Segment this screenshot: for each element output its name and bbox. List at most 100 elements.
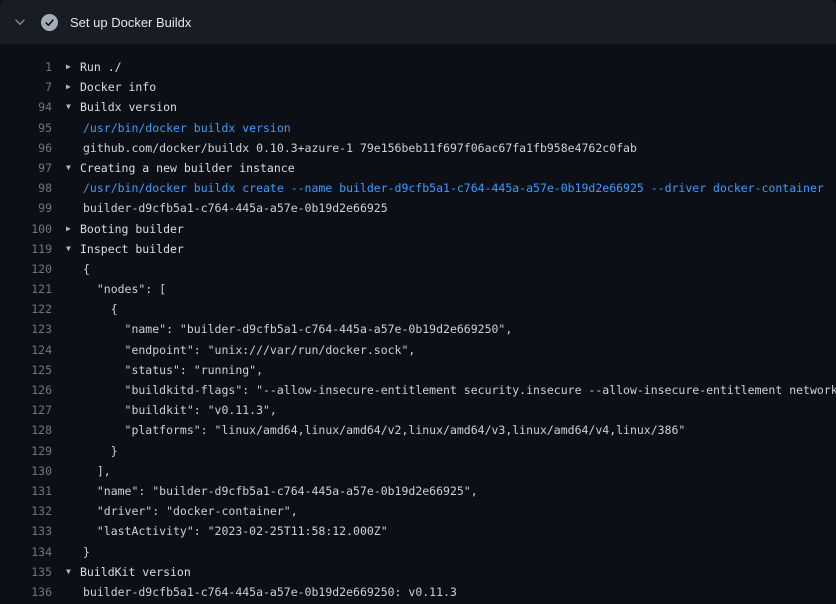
line-number[interactable]: 133 bbox=[0, 521, 52, 541]
output-text: "platforms": "linux/amd64,linux/amd64/v2… bbox=[80, 420, 685, 440]
collapse-icon[interactable]: ▼ bbox=[66, 239, 80, 259]
log-line-row: 125 "status": "running", bbox=[0, 360, 836, 380]
log-line-row: 127 "buildkit": "v0.11.3", bbox=[0, 400, 836, 420]
line-number[interactable]: 130 bbox=[0, 461, 52, 481]
line-number[interactable]: 132 bbox=[0, 501, 52, 521]
log-line-row: 123 "name": "builder-d9cfb5a1-c764-445a-… bbox=[0, 319, 836, 339]
line-number[interactable]: 98 bbox=[0, 178, 52, 198]
log-line-row: 134} bbox=[0, 542, 836, 562]
toggle-spacer bbox=[66, 138, 80, 158]
line-number[interactable]: 131 bbox=[0, 481, 52, 501]
log-group-row[interactable]: 119 ▼Inspect builder bbox=[0, 239, 836, 259]
line-number[interactable]: 95 bbox=[0, 118, 52, 138]
group-title: Run ./ bbox=[80, 57, 122, 77]
toggle-spacer bbox=[66, 259, 80, 279]
output-text: "name": "builder-d9cfb5a1-c764-445a-a57e… bbox=[80, 481, 478, 501]
output-text: github.com/docker/buildx 0.10.3+azure-1 … bbox=[80, 138, 637, 158]
line-number[interactable]: 7 bbox=[0, 77, 52, 97]
step-header[interactable]: Set up Docker Buildx bbox=[0, 0, 836, 44]
output-text: "endpoint": "unix:///var/run/docker.sock… bbox=[80, 340, 415, 360]
line-number[interactable]: 122 bbox=[0, 299, 52, 319]
log-lines: 1▶Run ./7▶Docker info94▼Buildx version95… bbox=[0, 44, 836, 602]
log-line-row: 121 "nodes": [ bbox=[0, 279, 836, 299]
log-line-row: 132 "driver": "docker-container", bbox=[0, 501, 836, 521]
toggle-spacer bbox=[66, 400, 80, 420]
line-number[interactable]: 1 bbox=[0, 57, 52, 77]
log-group-row[interactable]: 1 ▶Run ./ bbox=[0, 57, 836, 77]
output-text: "lastActivity": "2023-02-25T11:58:12.000… bbox=[80, 521, 388, 541]
line-number[interactable]: 100 bbox=[0, 219, 52, 239]
toggle-spacer bbox=[66, 420, 80, 440]
toggle-spacer bbox=[66, 542, 80, 562]
log-group-row[interactable]: 94 ▼Buildx version bbox=[0, 97, 836, 117]
command-text: /usr/bin/docker buildx version bbox=[80, 118, 291, 138]
toggle-spacer bbox=[66, 118, 80, 138]
log-group-row[interactable]: 7▶Docker info bbox=[0, 77, 836, 97]
output-text: "name": "builder-d9cfb5a1-c764-445a-a57e… bbox=[80, 319, 512, 339]
output-text: "nodes": [ bbox=[80, 279, 166, 299]
log-line-row: 129 } bbox=[0, 441, 836, 461]
line-number[interactable]: 119 bbox=[0, 239, 52, 259]
group-title: Buildx version bbox=[80, 97, 177, 117]
line-number[interactable]: 135 bbox=[0, 562, 52, 582]
output-text: } bbox=[80, 441, 118, 461]
output-text: ], bbox=[80, 461, 111, 481]
log-line-row: 99 builder-d9cfb5a1-c764-445a-a57e-0b19d2… bbox=[0, 198, 836, 218]
line-number[interactable]: 123 bbox=[0, 319, 52, 339]
line-number[interactable]: 129 bbox=[0, 441, 52, 461]
toggle-spacer bbox=[66, 481, 80, 501]
expand-icon[interactable]: ▶ bbox=[66, 77, 80, 97]
line-number[interactable]: 121 bbox=[0, 279, 52, 299]
line-number[interactable]: 94 bbox=[0, 97, 52, 117]
output-text: { bbox=[80, 299, 118, 319]
toggle-spacer bbox=[66, 178, 80, 198]
group-title: Booting builder bbox=[80, 219, 184, 239]
collapse-icon[interactable]: ▼ bbox=[66, 158, 80, 178]
log-line-row: 124 "endpoint": "unix:///var/run/docker.… bbox=[0, 340, 836, 360]
log-group-row[interactable]: 97 ▼Creating a new builder instance bbox=[0, 158, 836, 178]
toggle-spacer bbox=[66, 319, 80, 339]
collapse-icon[interactable]: ▼ bbox=[66, 562, 80, 582]
line-number[interactable]: 128 bbox=[0, 420, 52, 440]
output-text: builder-d9cfb5a1-c764-445a-a57e-0b19d2e6… bbox=[80, 582, 457, 602]
collapse-icon[interactable]: ▼ bbox=[66, 97, 80, 117]
line-number[interactable]: 97 bbox=[0, 158, 52, 178]
output-text: builder-d9cfb5a1-c764-445a-a57e-0b19d2e6… bbox=[80, 198, 388, 218]
toggle-spacer bbox=[66, 198, 80, 218]
toggle-spacer bbox=[66, 360, 80, 380]
log-line-row: 98/usr/bin/docker buildx create --name b… bbox=[0, 178, 836, 198]
line-number[interactable]: 99 bbox=[0, 198, 52, 218]
toggle-spacer bbox=[66, 340, 80, 360]
line-number[interactable]: 120 bbox=[0, 259, 52, 279]
log-group-row[interactable]: 100 ▶Booting builder bbox=[0, 219, 836, 239]
group-title: BuildKit version bbox=[80, 562, 191, 582]
log-group-row[interactable]: 135 ▼BuildKit version bbox=[0, 562, 836, 582]
chevron-down-icon[interactable] bbox=[12, 14, 28, 30]
output-text: } bbox=[80, 542, 90, 562]
line-number[interactable]: 127 bbox=[0, 400, 52, 420]
log-line-row: 128 "platforms": "linux/amd64,linux/amd6… bbox=[0, 420, 836, 440]
log-line-row: 95/usr/bin/docker buildx version bbox=[0, 118, 836, 138]
line-number[interactable]: 126 bbox=[0, 380, 52, 400]
log-line-row: 133 "lastActivity": "2023-02-25T11:58:12… bbox=[0, 521, 836, 541]
log-viewer: Set up Docker Buildx 1▶Run ./7▶Docker in… bbox=[0, 0, 836, 604]
group-title: Creating a new builder instance bbox=[80, 158, 295, 178]
toggle-spacer bbox=[66, 279, 80, 299]
line-number[interactable]: 96 bbox=[0, 138, 52, 158]
toggle-spacer bbox=[66, 521, 80, 541]
toggle-spacer bbox=[66, 582, 80, 602]
check-circle-icon bbox=[41, 14, 58, 31]
line-number[interactable]: 134 bbox=[0, 542, 52, 562]
line-number[interactable]: 125 bbox=[0, 360, 52, 380]
log-line-row: 122 { bbox=[0, 299, 836, 319]
output-text: "status": "running", bbox=[80, 360, 263, 380]
group-title: Inspect builder bbox=[80, 239, 184, 259]
log-line-row: 130 ], bbox=[0, 461, 836, 481]
line-number[interactable]: 124 bbox=[0, 340, 52, 360]
expand-icon[interactable]: ▶ bbox=[66, 219, 80, 239]
line-number[interactable]: 136 bbox=[0, 582, 52, 602]
expand-icon[interactable]: ▶ bbox=[66, 57, 80, 77]
log-line-row: 136 builder-d9cfb5a1-c764-445a-a57e-0b19d… bbox=[0, 582, 836, 602]
step-title: Set up Docker Buildx bbox=[70, 15, 191, 30]
toggle-spacer bbox=[66, 380, 80, 400]
